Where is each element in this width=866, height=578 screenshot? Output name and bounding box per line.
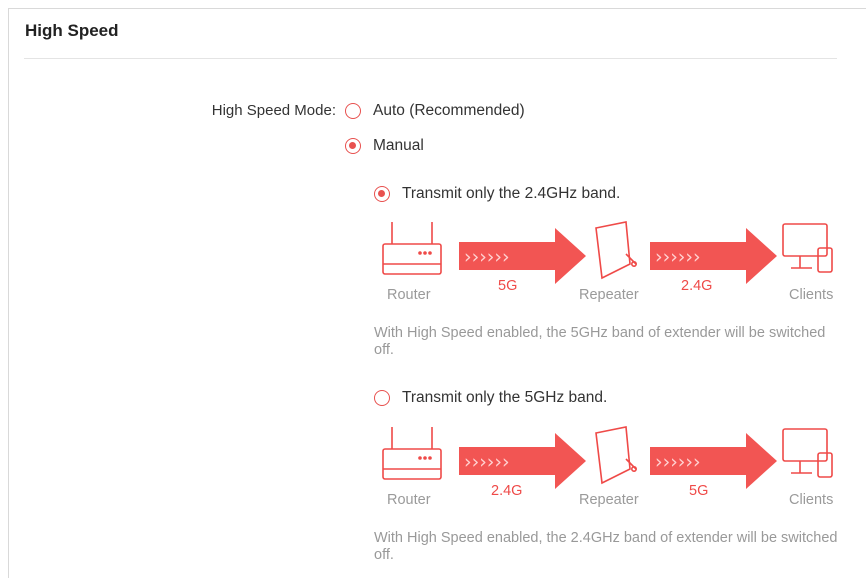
clients-icon: [782, 223, 833, 273]
repeater-label: Repeater: [579, 287, 639, 303]
signal-arrow-icon: ››››››: [459, 228, 586, 284]
mode-manual-label: Manual: [373, 137, 424, 154]
band-24ghz-label: Transmit only the 2.4GHz band.: [402, 185, 621, 202]
band-5ghz-description: With High Speed enabled, the 2.4GHz band…: [374, 530, 838, 563]
band-out-label: 2.4G: [681, 278, 713, 294]
mode-auto-radio[interactable]: [345, 103, 361, 119]
band-5ghz-radio[interactable]: [374, 390, 390, 406]
section-divider: [24, 58, 837, 59]
mode-auto-label: Auto (Recommended): [373, 102, 525, 119]
band-5ghz-option[interactable]: Transmit only the 5GHz band.: [374, 389, 607, 407]
signal-arrow-icon: ››››››: [459, 433, 586, 489]
svg-text:››››››: ››››››: [655, 451, 701, 473]
router-icon: [382, 427, 442, 480]
band-24ghz-radio[interactable]: [374, 186, 390, 202]
svg-text:››››››: ››››››: [464, 246, 510, 268]
band-in-label: 2.4G: [491, 483, 523, 499]
band-24ghz-diagram: ›››››› ›››››› Router 5G Repeater 2.4G Cl…: [380, 218, 840, 303]
mode-manual-option[interactable]: Manual: [345, 137, 424, 155]
repeater-label: Repeater: [579, 492, 639, 508]
band-out-label: 5G: [689, 483, 709, 499]
mode-auto-option[interactable]: Auto (Recommended): [345, 102, 525, 120]
repeater-icon: [595, 221, 638, 280]
signal-arrow-icon: ››››››: [650, 228, 777, 284]
router-label: Router: [387, 287, 431, 303]
router-label: Router: [387, 492, 431, 508]
svg-text:››››››: ››››››: [464, 451, 510, 473]
clients-label: Clients: [789, 492, 834, 508]
clients-icon: [782, 428, 833, 478]
signal-arrow-icon: ››››››: [650, 433, 777, 489]
clients-label: Clients: [789, 287, 834, 303]
mode-manual-radio[interactable]: [345, 138, 361, 154]
section-title: High Speed: [25, 21, 119, 40]
band-24ghz-description: With High Speed enabled, the 5GHz band o…: [374, 325, 826, 358]
repeater-icon: [595, 426, 638, 485]
high-speed-mode-label: High Speed Mode:: [211, 102, 336, 119]
router-icon: [382, 222, 442, 275]
svg-text:››››››: ››››››: [655, 246, 701, 268]
band-5ghz-label: Transmit only the 5GHz band.: [402, 389, 608, 406]
band-5ghz-diagram: ›››››› ›››››› Router 2.4G Repeater 5G Cl…: [380, 423, 840, 508]
band-24ghz-option[interactable]: Transmit only the 2.4GHz band.: [374, 185, 620, 203]
band-in-label: 5G: [498, 278, 518, 294]
